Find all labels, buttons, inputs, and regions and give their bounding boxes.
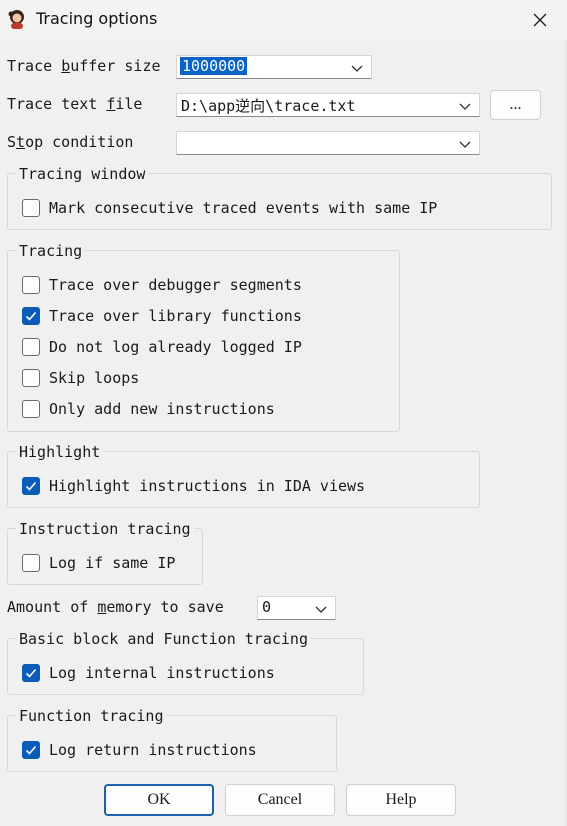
trace-buffer-size-value: 1000000 — [180, 57, 248, 75]
trace-buffer-size-label: Trace buffer size — [7, 57, 161, 75]
title-bar: Tracing options — [0, 0, 567, 40]
trace-text-file-value: D:\app逆向\trace.txt — [181, 97, 356, 115]
memory-value: 0 — [262, 598, 272, 616]
trace-text-file-label: Trace text file — [7, 95, 143, 113]
check-icon — [25, 668, 37, 678]
chevron-down-icon — [459, 141, 471, 148]
skip-loops-label[interactable]: Skip loops — [49, 369, 139, 387]
skip-loops-checkbox[interactable] — [22, 369, 40, 387]
mark-consecutive-label[interactable]: Mark consecutive traced events with same… — [49, 199, 437, 217]
log-if-same-ip-checkbox[interactable] — [22, 554, 40, 572]
check-icon — [25, 745, 37, 755]
window-title: Tracing options — [36, 9, 158, 28]
browse-button[interactable]: ... — [490, 90, 541, 120]
log-internal-instructions-label[interactable]: Log internal instructions — [49, 664, 275, 682]
chevron-down-icon — [351, 65, 363, 72]
do-not-log-logged-ip-checkbox[interactable] — [22, 338, 40, 356]
close-button[interactable] — [520, 4, 560, 36]
only-add-new-instructions-label[interactable]: Only add new instructions — [49, 400, 275, 418]
tracing-window-title: Tracing window — [16, 165, 149, 183]
basic-block-tracing-title: Basic block and Function tracing — [16, 630, 311, 648]
trace-library-functions-checkbox[interactable] — [22, 307, 40, 325]
mark-consecutive-checkbox[interactable] — [22, 199, 40, 217]
trace-debugger-segments-label[interactable]: Trace over debugger segments — [49, 276, 302, 294]
log-if-same-ip-label[interactable]: Log if same IP — [49, 554, 175, 572]
cancel-button[interactable]: Cancel — [225, 784, 335, 816]
highlight-instructions-checkbox[interactable] — [22, 477, 40, 495]
avatar-icon — [8, 10, 24, 29]
memory-label: Amount of memory to save — [7, 598, 224, 616]
log-return-instructions-checkbox[interactable] — [22, 741, 40, 759]
highlight-group-title: Highlight — [16, 443, 104, 461]
check-icon — [25, 481, 37, 491]
log-return-instructions-label[interactable]: Log return instructions — [49, 741, 257, 759]
ok-button[interactable]: OK — [104, 784, 214, 816]
trace-buffer-size-combo[interactable]: 1000000 — [176, 55, 372, 79]
function-tracing-title: Function tracing — [16, 707, 167, 725]
stop-condition-combo[interactable] — [176, 131, 480, 155]
chevron-down-icon — [459, 103, 471, 110]
close-icon — [533, 13, 547, 27]
chevron-down-icon — [315, 606, 327, 613]
log-internal-instructions-checkbox[interactable] — [22, 664, 40, 682]
only-add-new-instructions-checkbox[interactable] — [22, 400, 40, 418]
tracing-group-title: Tracing — [16, 242, 86, 260]
trace-text-file-combo[interactable]: D:\app逆向\trace.txt — [176, 93, 480, 117]
check-icon — [25, 311, 37, 321]
do-not-log-logged-ip-label[interactable]: Do not log already logged IP — [49, 338, 302, 356]
highlight-instructions-label[interactable]: Highlight instructions in IDA views — [49, 477, 365, 495]
trace-library-functions-label[interactable]: Trace over library functions — [49, 307, 302, 325]
help-button[interactable]: Help — [346, 784, 456, 816]
instruction-tracing-title: Instruction tracing — [16, 520, 194, 538]
memory-combo[interactable]: 0 — [257, 596, 336, 620]
trace-debugger-segments-checkbox[interactable] — [22, 276, 40, 294]
stop-condition-label: Stop condition — [7, 133, 134, 151]
